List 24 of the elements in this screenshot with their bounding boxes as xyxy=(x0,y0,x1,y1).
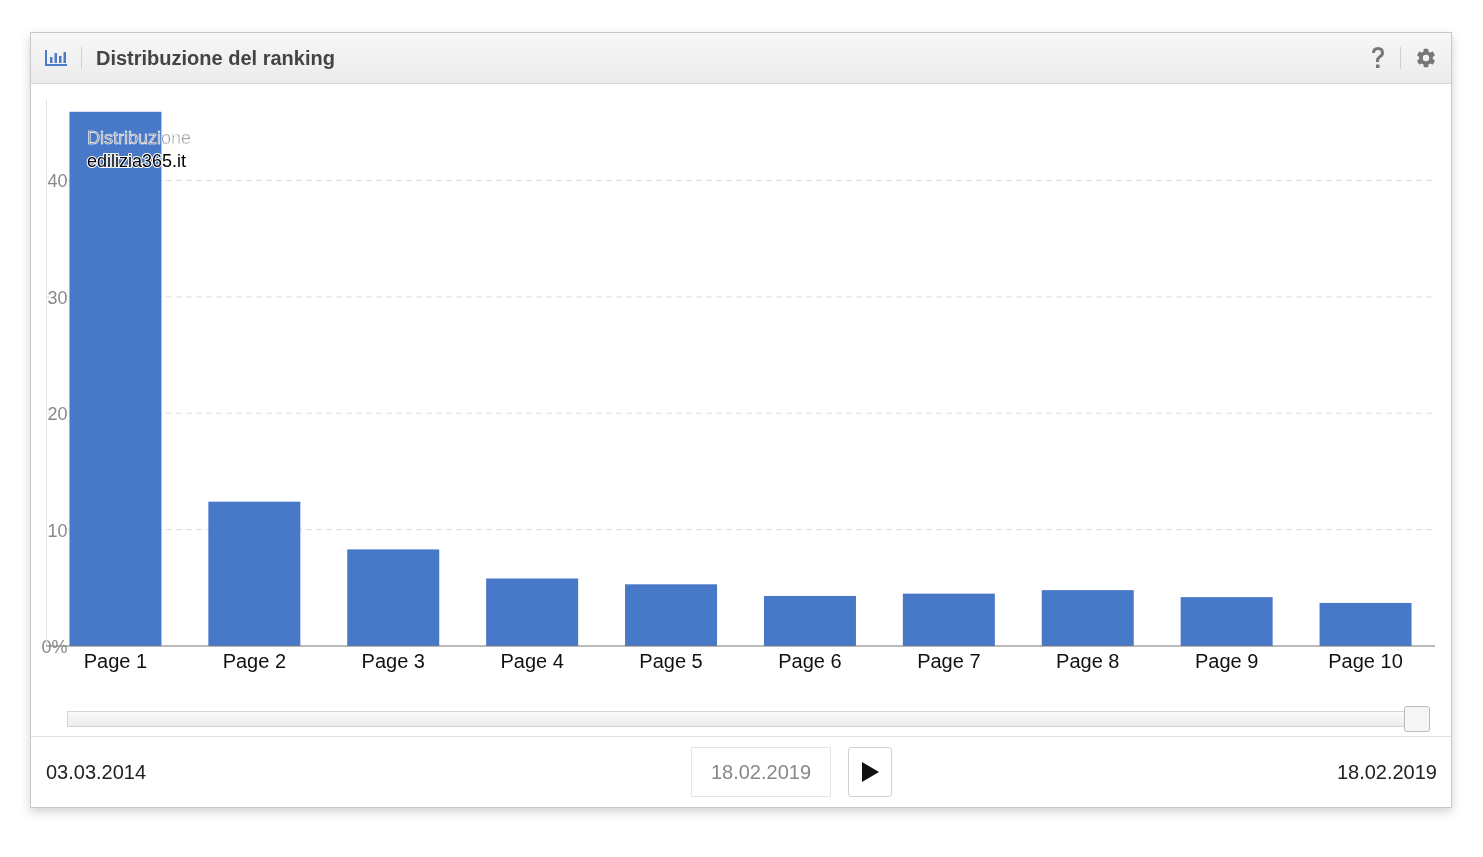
axis-category-label: Page 2 xyxy=(222,650,287,672)
help-icon[interactable] xyxy=(1370,46,1386,70)
play-icon xyxy=(860,761,880,783)
axis-tick-label: 20 xyxy=(47,404,68,425)
axis-category-label: Page 3 xyxy=(361,650,425,672)
bar-chart-icon xyxy=(45,50,67,66)
axis-tick-label: 40 xyxy=(47,171,68,192)
end-date: 18.02.2019 xyxy=(1336,760,1437,784)
axis-tick-label: 10 xyxy=(47,520,68,541)
date-field[interactable]: 18.02.2019 xyxy=(691,747,831,797)
axis-category-label: Page 5 xyxy=(639,650,703,672)
axis-category-label: Page 8 xyxy=(1056,650,1120,672)
axis-category-label: Page 7 xyxy=(917,650,981,672)
axis-category-label: Page 1 xyxy=(83,650,148,672)
axis-tick-label: 30 xyxy=(47,287,68,308)
axis-category-label: Page 10 xyxy=(1328,650,1403,672)
axis-category-label: Page 9 xyxy=(1194,650,1259,672)
axis-category-label: Page 6 xyxy=(778,650,842,672)
start-date: 03.03.2014 xyxy=(46,760,147,784)
play-button[interactable] xyxy=(848,747,892,797)
axis-category-label: Page 4 xyxy=(500,650,564,672)
panel-title: Distribuzione del ranking xyxy=(96,46,336,70)
settings-icon[interactable] xyxy=(1415,47,1437,69)
slider-thumb[interactable] xyxy=(1404,706,1430,732)
